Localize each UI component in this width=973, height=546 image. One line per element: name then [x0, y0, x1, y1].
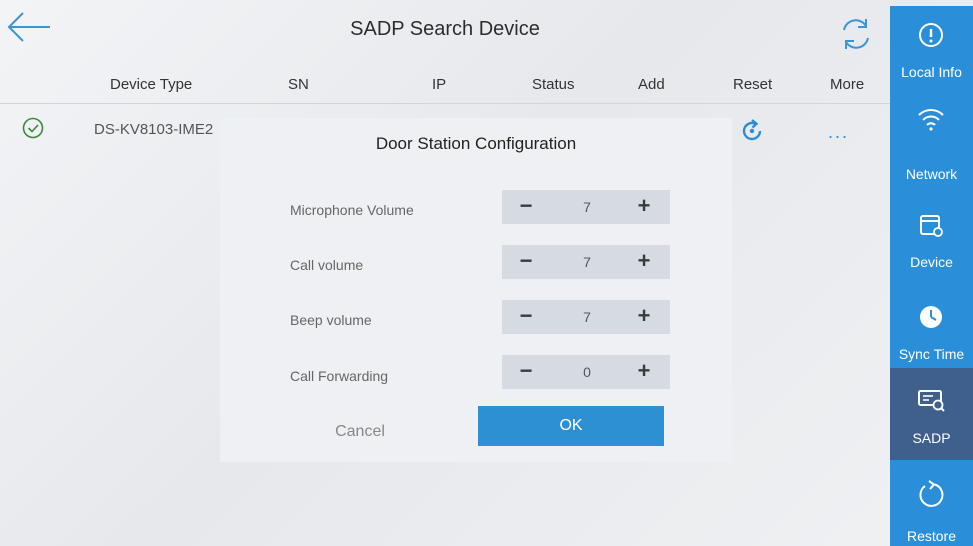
refresh-icon	[843, 19, 869, 49]
sidebar-item-restore[interactable]: Restore	[890, 468, 973, 546]
reset-icon[interactable]	[738, 117, 766, 145]
beep-volume-plus-button[interactable]: +	[624, 300, 664, 334]
refresh-button[interactable]	[838, 17, 874, 51]
microphone-volume-plus-button[interactable]: +	[624, 190, 664, 224]
column-reset: Reset	[733, 76, 773, 93]
call-volume-value: 7	[583, 254, 591, 270]
sidebar-item-label: Network	[905, 166, 958, 182]
microphone-volume-minus-button[interactable]: −	[506, 190, 546, 224]
call-forwarding-value: 0	[583, 364, 591, 380]
sadp-search-icon	[918, 390, 945, 412]
call-volume-plus-button[interactable]: +	[624, 245, 664, 279]
more-button[interactable]: ...	[828, 123, 849, 141]
beep-volume-value: 7	[583, 309, 591, 325]
cancel-button[interactable]: Cancel	[260, 414, 460, 450]
sidebar-item-sync-time[interactable]: Sync Time	[890, 288, 973, 372]
sidebar-item-label: Local Info	[901, 64, 962, 80]
screen: SADP Search Device Device Type SN IP Sta…	[0, 0, 973, 546]
column-sn: SN	[288, 76, 309, 93]
dialog-title: Door Station Configuration	[375, 134, 577, 153]
call-volume-minus-button[interactable]: −	[506, 245, 546, 279]
header: SADP Search Device	[0, 0, 890, 66]
microphone-volume-value: 7	[583, 199, 591, 215]
info-icon	[919, 23, 943, 47]
call-forwarding-minus-button[interactable]: −	[506, 355, 546, 389]
column-add: Add	[638, 76, 665, 93]
clock-icon	[920, 306, 942, 328]
sidebar-item-label: Device	[910, 254, 953, 270]
sidebar-item-label: Restore	[906, 528, 957, 544]
page-title: SADP Search Device	[350, 18, 540, 40]
column-device-type: Device Type	[110, 76, 193, 93]
device-settings-icon	[920, 215, 943, 237]
call-forwarding-stepper: − 0 +	[502, 355, 670, 389]
column-status: Status	[532, 76, 575, 93]
column-ip: IP	[432, 76, 447, 93]
door-station-config-dialog: Door Station Configuration Microphone Vo…	[220, 118, 732, 462]
sidebar-item-label: Sync Time	[898, 346, 965, 362]
microphone-volume-stepper: − 7 +	[502, 190, 670, 224]
beep-volume-minus-button[interactable]: −	[506, 300, 546, 334]
sidebar-item-sadp[interactable]: SADP	[890, 368, 973, 460]
beep-volume-stepper: − 7 +	[502, 300, 670, 334]
call-forwarding-label: Call Forwarding	[290, 368, 389, 384]
call-volume-stepper: − 7 +	[502, 245, 670, 279]
restore-icon	[919, 480, 944, 507]
sidebar: Local Info Network Device Sync Time SADP…	[890, 6, 973, 546]
divider	[0, 103, 890, 104]
sidebar-item-local-info[interactable]: Local Info	[890, 6, 973, 90]
check-circle-icon[interactable]	[22, 117, 44, 139]
table-header: Device Type SN IP Status Add Reset More	[0, 70, 890, 104]
sidebar-item-device[interactable]: Device	[890, 196, 973, 280]
call-forwarding-plus-button[interactable]: +	[624, 355, 664, 389]
sidebar-item-label: SADP	[912, 430, 951, 446]
microphone-volume-label: Microphone Volume	[290, 202, 414, 218]
beep-volume-label: Beep volume	[290, 312, 372, 328]
device-type-value: DS-KV8103-IME2	[94, 121, 214, 138]
ok-button[interactable]: OK	[478, 406, 664, 446]
wifi-icon	[918, 109, 944, 131]
call-volume-label: Call volume	[290, 257, 364, 273]
sidebar-item-network[interactable]: Network	[890, 94, 973, 184]
column-more: More	[830, 76, 865, 93]
